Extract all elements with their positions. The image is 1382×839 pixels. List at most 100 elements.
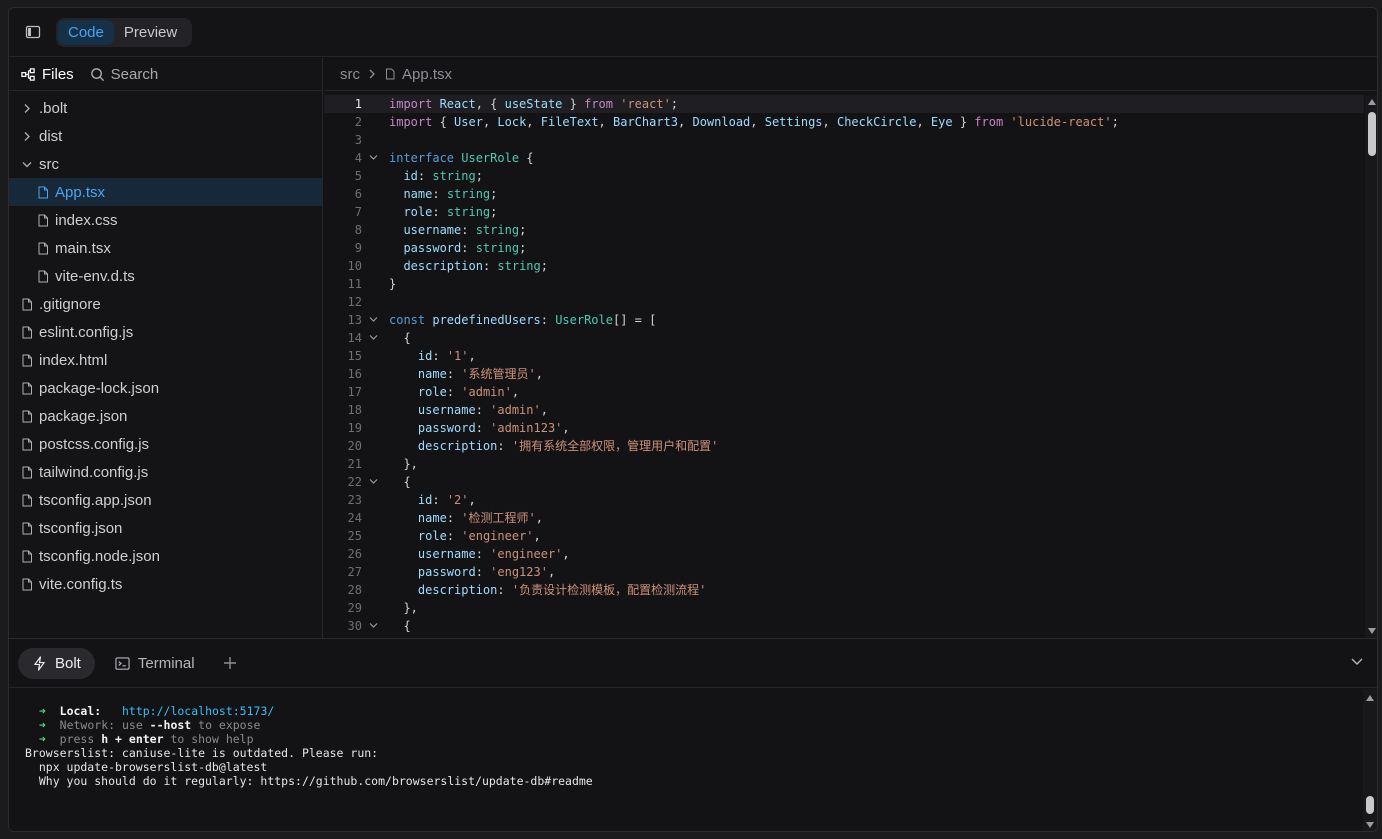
terminal-scrollbar[interactable] [1363,689,1377,831]
code-line[interactable]: 6 name: string; [324,185,1364,203]
tab-code[interactable]: Code [58,20,114,45]
fold-chevron-icon[interactable] [369,478,378,485]
code-token: , [468,349,476,363]
code-line[interactable]: 23 id: '2', [324,491,1364,509]
code-line[interactable]: 28 description: '负责设计检测模板，配置检测流程' [324,581,1364,599]
code-line[interactable]: 15 id: '1', [324,347,1364,365]
code-line[interactable]: 27 password: 'eng123', [324,563,1364,581]
scroll-down-icon[interactable] [1366,822,1374,828]
tree-file[interactable]: tsconfig.node.json [9,542,322,570]
code-line[interactable]: 2 import { User, Lock, FileText, BarChart… [324,113,1364,131]
code-token: : [540,313,556,327]
code-text: }, [389,599,417,617]
code-line[interactable]: 13 const predefinedUsers: UserRole[] = [ [324,311,1364,329]
breadcrumb-file[interactable]: App.tsx [402,66,452,83]
code-line[interactable]: 19 password: 'admin123', [324,419,1364,437]
tab-preview[interactable]: Preview [114,20,187,45]
tree-folder[interactable]: src [9,150,322,178]
code-line[interactable]: 14 { [324,329,1364,347]
breadcrumb-folder[interactable]: src [340,66,360,83]
fold-chevron-icon[interactable] [369,154,378,161]
terminal-output[interactable]: ➜ Local: http://localhost:5173/ ➜ Networ… [25,704,593,788]
tab-bolt[interactable]: Bolt [18,647,95,679]
code-line[interactable]: 22 { [324,473,1364,491]
code-line[interactable]: 20 description: '拥有系统全部权限，管理用户和配置' [324,437,1364,455]
fold-chevron-icon[interactable] [369,622,378,629]
code-text: id: '1', [389,347,476,365]
tab-files[interactable]: Files [21,66,74,83]
fold-chevron-icon[interactable] [369,334,378,341]
code-line[interactable]: 9 password: string; [324,239,1364,257]
tree-folder[interactable]: dist [9,122,322,150]
code-token: 'engineer' [461,529,534,543]
tree-item-label: postcss.config.js [39,435,150,453]
code-line[interactable]: 4 interface UserRole { [324,149,1364,167]
tree-file[interactable]: index.html [9,346,322,374]
chevron-down-icon[interactable] [1351,658,1363,666]
tree-file[interactable]: App.tsx [9,178,322,206]
line-number: 13 [347,313,362,327]
code-line[interactable]: 10 description: string; [324,257,1364,275]
tree-file[interactable]: vite-env.d.ts [9,262,322,290]
code-line[interactable]: 5 id: string; [324,167,1364,185]
code-token: : [417,169,433,183]
editor-scrollbar[interactable] [1365,95,1377,638]
code-token: username [417,547,476,561]
code-line[interactable]: 12 [324,293,1364,311]
tree-file[interactable]: tsconfig.app.json [9,486,322,514]
tree-file[interactable]: .gitignore [9,290,322,318]
tree-file[interactable]: package.json [9,402,322,430]
scroll-up-icon[interactable] [1366,695,1374,701]
tree-file[interactable]: eslint.config.js [9,318,322,346]
tree-file[interactable]: index.css [9,206,322,234]
code-line[interactable]: 8 username: string; [324,221,1364,239]
fold-chevron-icon[interactable] [369,316,378,323]
code-line[interactable]: 16 name: '系统管理员', [324,365,1364,383]
terminal-scrollbar-thumb[interactable] [1366,796,1374,814]
scroll-down-icon[interactable] [1368,628,1376,634]
code-line[interactable]: 1 import React, { useState } from 'react'… [324,95,1364,113]
code-line[interactable]: 24 name: '检测工程师', [324,509,1364,527]
plus-icon[interactable] [223,656,237,670]
code-token: : [482,259,498,273]
code-token: , [533,529,541,543]
editor-scrollbar-thumb[interactable] [1368,112,1376,156]
line-number: 18 [347,403,362,417]
code-token: 'admin123' [490,421,563,435]
terminal-token: Why you should do it regularly: https://… [25,774,593,788]
tree-file[interactable]: tailwind.config.js [9,458,322,486]
code-line[interactable]: 3 [324,131,1364,149]
code-area[interactable]: 1 import React, { useState } from 'react'… [324,95,1364,638]
code-line[interactable]: 29 }, [324,599,1364,617]
line-number: 1 [354,97,362,111]
tree-file[interactable]: postcss.config.js [9,430,322,458]
tree-folder[interactable]: .bolt [9,94,322,122]
code-token: '系统管理员' [461,367,536,381]
code-token: : [475,403,491,417]
code-line[interactable]: 30 { [324,617,1364,635]
code-line[interactable]: 7 role: string; [324,203,1364,221]
code-token: string [446,187,491,201]
code-line[interactable]: 18 username: 'admin', [324,401,1364,419]
tree-file[interactable]: package-lock.json [9,374,322,402]
code-token: { [389,619,411,633]
tree-file[interactable]: vite.config.ts [9,570,322,598]
code-line[interactable]: 25 role: 'engineer', [324,527,1364,545]
tree-file[interactable]: tsconfig.json [9,514,322,542]
sidebar-toggle-icon[interactable] [25,24,41,40]
code-line[interactable]: 17 role: 'admin', [324,383,1364,401]
code-line[interactable]: 26 username: 'engineer', [324,545,1364,563]
code-token: : [446,511,462,525]
code-text: role: string; [389,203,497,221]
tab-terminal[interactable]: Terminal [101,648,209,679]
code-line[interactable]: 21 }, [324,455,1364,473]
code-token: } [562,97,585,111]
code-token: username [403,223,462,237]
tree-item-label: dist [39,127,63,145]
scroll-up-icon[interactable] [1368,99,1376,105]
code-line[interactable]: 11} [324,275,1364,293]
tab-search[interactable]: Search [90,66,158,83]
tree-file[interactable]: main.tsx [9,234,322,262]
